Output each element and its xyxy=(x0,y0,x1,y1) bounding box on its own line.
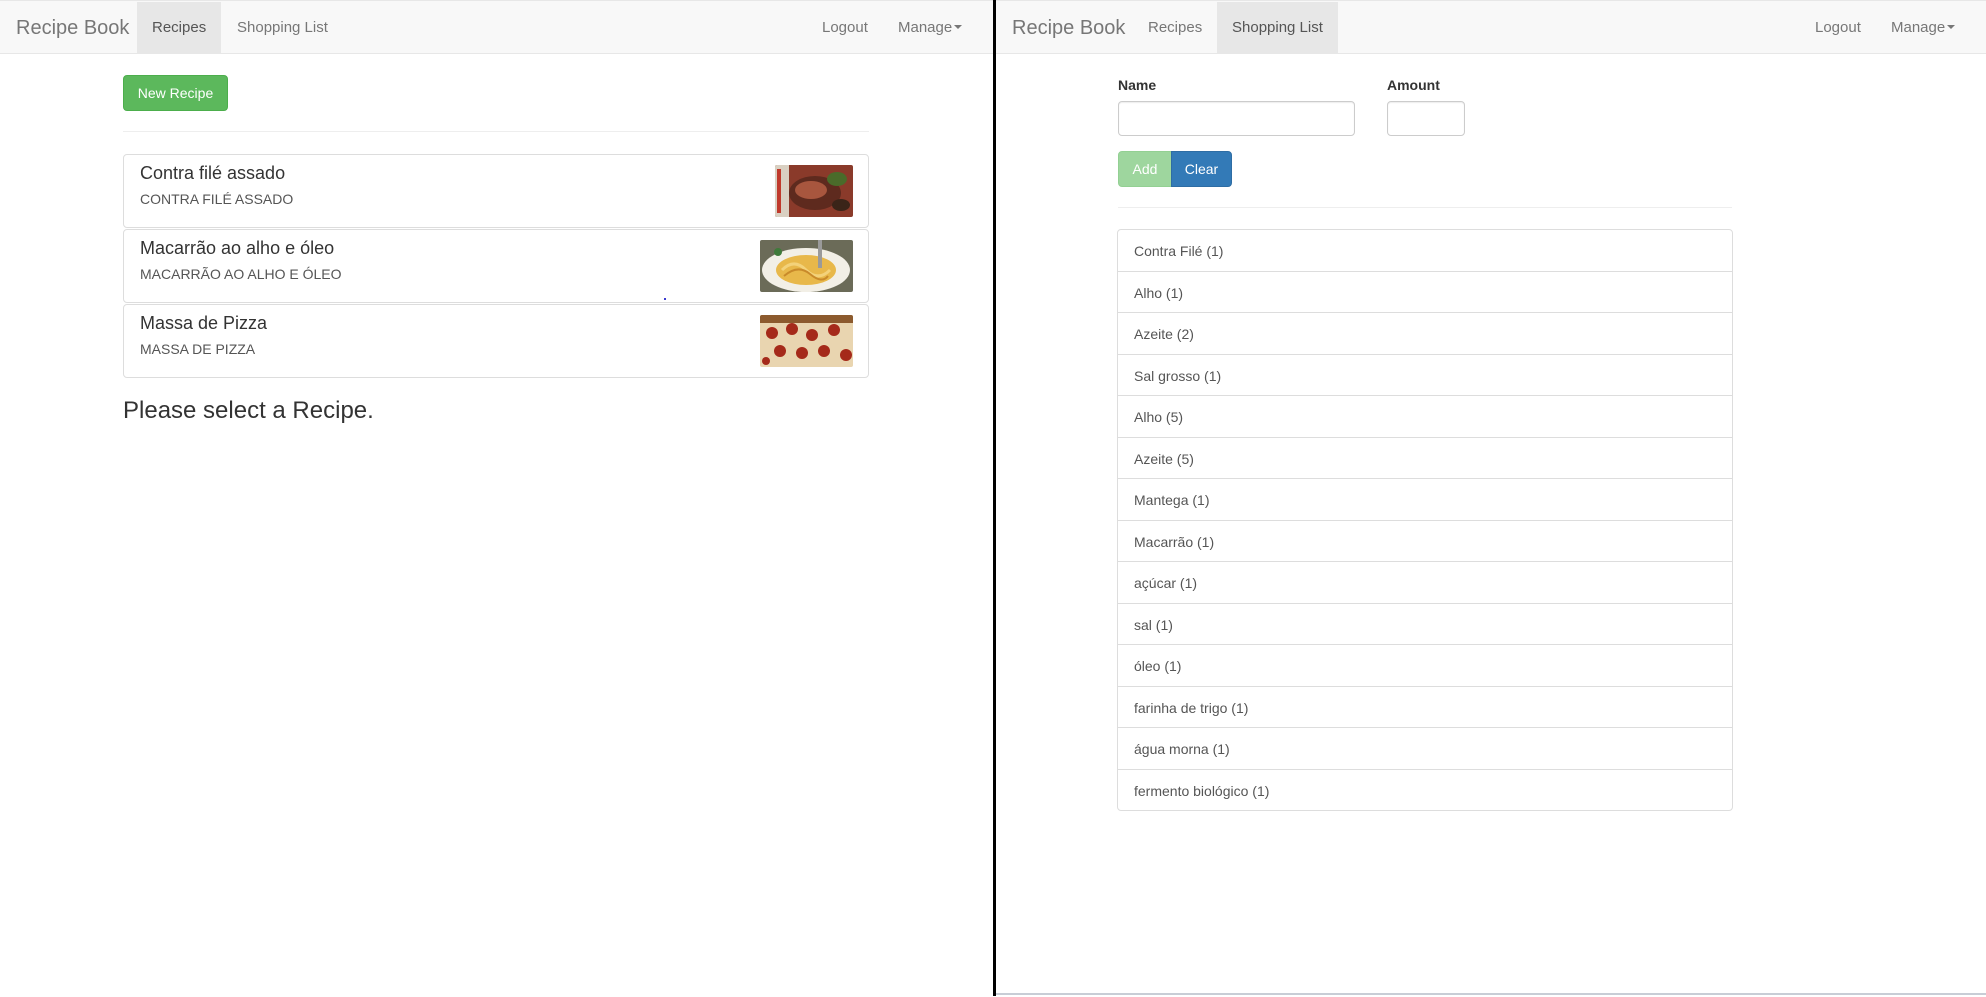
nav-recipes[interactable]: Recipes xyxy=(137,2,222,54)
navbar: Recipe Book Recipes Shopping List Logout… xyxy=(0,0,993,54)
navbar-brand[interactable]: Recipe Book xyxy=(996,1,1125,55)
list-item[interactable]: farinha de trigo (1) xyxy=(1117,685,1733,728)
recipe-item[interactable]: Contra filé assado CONTRA FILÉ ASSADO xyxy=(123,154,869,228)
recipe-name: Contra filé assado xyxy=(140,163,286,183)
caret-down-icon xyxy=(954,25,963,30)
recipe-description: CONTRA FILÉ ASSADO xyxy=(140,191,294,207)
navbar-brand[interactable]: Recipe Book xyxy=(0,1,129,55)
shopping-list: Contra Filé (1) Alho (1) Azeite (2) Sal … xyxy=(1117,229,1733,811)
shopping-list-window: Recipe Book Recipes Shopping List Logout… xyxy=(996,0,1986,997)
amount-label: Amount xyxy=(1387,77,1440,93)
nav-manage-dropdown[interactable]: Manage xyxy=(883,2,977,54)
list-item[interactable]: Alho (5) xyxy=(1117,395,1733,438)
new-recipe-button[interactable]: New Recipe xyxy=(123,75,228,111)
recipe-image xyxy=(760,240,853,292)
name-input[interactable] xyxy=(1118,101,1355,136)
list-item[interactable]: sal (1) xyxy=(1117,602,1733,645)
manage-label: Manage xyxy=(898,19,953,36)
nav-logout[interactable]: Logout xyxy=(807,2,883,54)
amount-input[interactable] xyxy=(1387,101,1465,136)
recipe-description: MACARRÃO AO ALHO E ÓLEO xyxy=(140,266,342,282)
navbar: Recipe Book Recipes Shopping List Logout… xyxy=(996,0,1986,54)
nav-logout[interactable]: Logout xyxy=(1800,2,1876,54)
list-item[interactable]: Macarrão (1) xyxy=(1117,519,1733,562)
list-item[interactable]: Contra Filé (1) xyxy=(1117,229,1733,272)
manage-label: Manage xyxy=(1891,19,1946,36)
nav-shopping-list[interactable]: Shopping List xyxy=(1217,2,1338,54)
divider xyxy=(1118,207,1732,208)
list-item[interactable]: açúcar (1) xyxy=(1117,561,1733,604)
divider xyxy=(123,131,869,132)
nav-recipes[interactable]: Recipes xyxy=(1133,2,1217,54)
list-item[interactable]: Azeite (2) xyxy=(1117,312,1733,355)
list-item[interactable]: Azeite (5) xyxy=(1117,436,1733,479)
clear-button[interactable]: Clear xyxy=(1171,151,1232,187)
list-item[interactable]: água morna (1) xyxy=(1117,727,1733,770)
name-label: Name xyxy=(1118,77,1157,93)
nav-manage-dropdown[interactable]: Manage xyxy=(1876,2,1970,54)
list-item[interactable]: Sal grosso (1) xyxy=(1117,353,1733,396)
add-button[interactable]: Add xyxy=(1118,151,1172,187)
window-bottom-edge xyxy=(996,993,1986,995)
recipe-name: Macarrão ao alho e óleo xyxy=(140,238,335,258)
stray-pixel xyxy=(664,298,666,300)
list-item[interactable]: fermento biológico (1) xyxy=(1117,768,1733,811)
select-recipe-message: Please select a Recipe. xyxy=(123,397,374,424)
list-item[interactable]: óleo (1) xyxy=(1117,644,1733,687)
recipe-description: MASSA DE PIZZA xyxy=(140,341,256,357)
recipe-image xyxy=(760,315,853,367)
recipe-item[interactable]: Massa de Pizza MASSA DE PIZZA xyxy=(123,304,869,378)
recipes-window: Recipe Book Recipes Shopping List Logout… xyxy=(0,0,993,997)
list-item[interactable]: Alho (1) xyxy=(1117,270,1733,313)
recipe-item[interactable]: Macarrão ao alho e óleo MACARRÃO AO ALHO… xyxy=(123,229,869,303)
nav-shopping-list[interactable]: Shopping List xyxy=(222,2,343,54)
caret-down-icon xyxy=(1947,25,1956,30)
recipe-image xyxy=(775,165,853,217)
list-item[interactable]: Mantega (1) xyxy=(1117,478,1733,521)
recipe-name: Massa de Pizza xyxy=(140,313,268,333)
